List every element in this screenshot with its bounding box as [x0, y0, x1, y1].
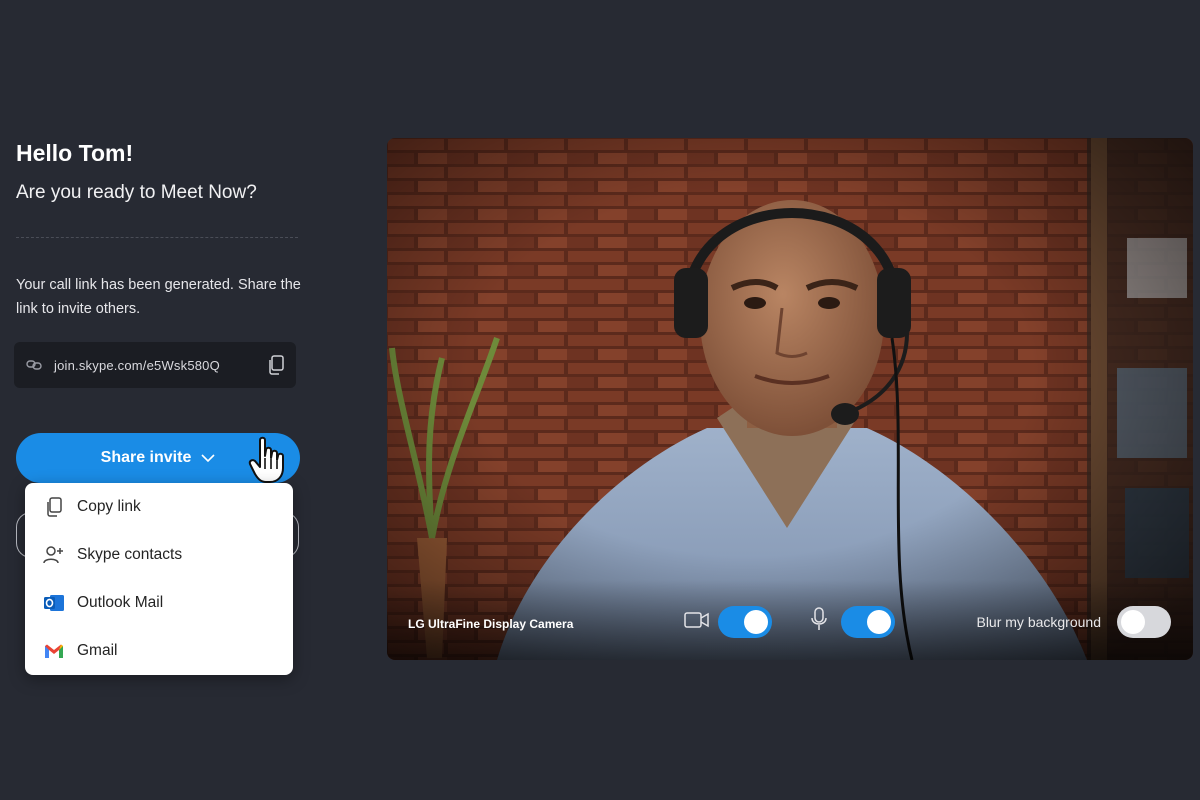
call-link-url[interactable]: join.skype.com/e5Wsk580Q — [54, 358, 256, 373]
divider — [16, 237, 298, 238]
gmail-icon — [43, 640, 65, 662]
hand-pointer-icon — [248, 436, 288, 489]
link-icon — [14, 359, 54, 371]
video-camera-icon — [684, 611, 710, 634]
call-link-info: Your call link has been generated. Share… — [16, 277, 301, 317]
copy-icon — [43, 496, 65, 518]
share-menu: Copy link Skype contacts Outlook Mail Gm… — [25, 483, 293, 675]
camera-name: LG UltraFine Display Camera — [408, 617, 574, 631]
menu-item-label: Skype contacts — [77, 546, 183, 563]
camera-preview: LG UltraFine Display Camera Blur my back… — [387, 138, 1193, 660]
menu-item-label: Copy link — [77, 498, 141, 515]
menu-item-label: Outlook Mail — [77, 594, 164, 611]
menu-item-copy-link[interactable]: Copy link — [25, 483, 293, 531]
outlook-icon — [43, 592, 65, 614]
blur-background-toggle[interactable] — [1117, 606, 1171, 638]
camera-controls-bar: LG UltraFine Display Camera Blur my back… — [387, 580, 1193, 660]
greeting-subtitle: Are you ready to Meet Now? — [16, 182, 257, 203]
menu-item-gmail[interactable]: Gmail — [25, 627, 293, 675]
microphone-toggle[interactable] — [841, 606, 895, 638]
add-contact-icon — [43, 544, 65, 566]
camera-toggle[interactable] — [718, 606, 772, 638]
call-link-box: join.skype.com/e5Wsk580Q — [14, 342, 296, 388]
copy-icon[interactable] — [256, 355, 296, 375]
share-invite-label: Share invite — [100, 449, 192, 466]
blur-background-label: Blur my background — [976, 614, 1101, 630]
chevron-down-icon — [201, 450, 215, 468]
microphone-icon — [810, 607, 828, 636]
menu-item-label: Gmail — [77, 642, 118, 659]
menu-item-skype-contacts[interactable]: Skype contacts — [25, 531, 293, 579]
menu-item-outlook-mail[interactable]: Outlook Mail — [25, 579, 293, 627]
greeting-title: Hello Tom! — [16, 140, 134, 166]
